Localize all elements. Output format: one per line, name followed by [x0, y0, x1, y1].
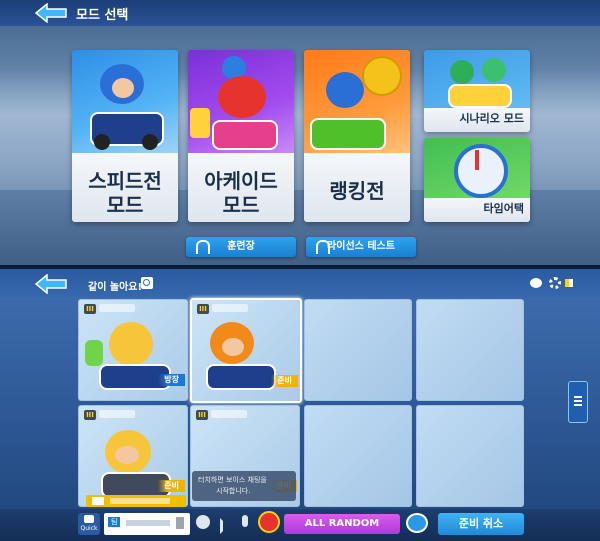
chat-icon[interactable]	[530, 278, 542, 288]
training-button-label: 훈련장	[227, 241, 255, 252]
character-head	[326, 72, 364, 108]
tooltip-line1: 터치하면 보이스 채팅을	[198, 476, 267, 484]
banana-shape	[190, 108, 210, 138]
character-face	[222, 338, 244, 356]
character-head	[482, 58, 506, 82]
speed-mode-art	[72, 50, 178, 154]
all-random-button[interactable]: ALL RANDOM	[284, 514, 400, 534]
character-face	[115, 446, 139, 464]
player-name-blurred	[99, 410, 135, 418]
level-badge: III	[197, 304, 209, 314]
arcade-mode-art	[188, 50, 294, 154]
game-room-screen: 같이 놀아요! III 방장 III 준비 III 준비 III 준비	[0, 269, 600, 541]
mode-label-line2: 모드	[222, 193, 260, 217]
megaphone-icon	[92, 497, 104, 505]
level-badge: III	[84, 410, 96, 420]
cancel-ready-button[interactable]: 준비 취소	[438, 513, 524, 535]
cancel-ready-label: 준비 취소	[458, 517, 504, 530]
mode-card-time-attack[interactable]: 타임어택	[424, 138, 530, 222]
character-face	[112, 78, 134, 98]
chat-input[interactable]: 팀	[104, 513, 190, 535]
speaker-icon[interactable]	[220, 518, 231, 534]
chat-channel-tag: 팀	[108, 517, 121, 527]
kart-wheel	[94, 134, 110, 150]
character-head	[450, 60, 474, 84]
level-badge: III	[196, 410, 208, 420]
emoji-icon[interactable]	[196, 515, 210, 529]
trash-icon[interactable]	[176, 517, 184, 529]
notice-text-blurred	[110, 498, 170, 504]
notice-banner	[86, 495, 186, 507]
room-title: 같이 놀아요!	[88, 282, 143, 293]
empty-slot[interactable]	[304, 299, 412, 401]
mode-select-screen: 모드 선택 스피드전 모드 아케이드 모드 랭킹전 시나리오 모드 타임어택 훈…	[0, 0, 600, 265]
mode-label-line1: 아케이드	[204, 169, 278, 193]
license-test-button[interactable]: 라이선스 테스트	[306, 237, 416, 257]
empty-slot[interactable]	[416, 299, 524, 401]
trophy-icon	[362, 56, 402, 96]
mode-card-scenario[interactable]: 시나리오 모드	[424, 50, 530, 132]
player-slot[interactable]: III 준비	[78, 405, 188, 507]
kart-shape	[448, 84, 512, 108]
level-badge: III	[84, 304, 96, 314]
microphone-icon[interactable]	[242, 515, 248, 527]
mode-label: 타임어택	[483, 202, 524, 215]
player-name-blurred	[99, 304, 135, 312]
status-badge: 준비	[158, 480, 185, 492]
stopwatch-hand	[475, 150, 479, 170]
license-icon	[316, 240, 330, 254]
back-arrow-icon[interactable]	[34, 3, 68, 23]
player-name-blurred	[211, 410, 247, 418]
checkered-flag-icon[interactable]	[258, 511, 280, 533]
player-slot[interactable]: III 방장	[78, 299, 188, 401]
gate-icon	[196, 240, 210, 254]
side-menu-button[interactable]	[568, 381, 588, 423]
ranking-mode-art	[304, 50, 410, 154]
tooltip-line2: 시작합니다.	[216, 487, 251, 495]
search-icon[interactable]	[141, 277, 153, 289]
mode-card-ranking[interactable]: 랭킹전	[304, 50, 410, 222]
kart-shape	[310, 118, 386, 150]
character-head	[218, 76, 266, 118]
chat-bubble-icon	[84, 515, 94, 523]
status-badge: 준비	[271, 375, 298, 387]
stopwatch-icon	[454, 144, 508, 198]
gear-icon[interactable]	[549, 277, 561, 289]
mode-label: 시나리오 모드	[459, 112, 524, 125]
mode-label-line1: 스피드전	[88, 169, 162, 193]
kart-wheel	[142, 134, 158, 150]
chat-text-blurred	[126, 520, 170, 526]
eye-icon[interactable]	[406, 513, 428, 533]
kart-shape	[212, 120, 278, 150]
all-random-label: ALL RANDOM	[304, 518, 380, 529]
mode-label-line2: 모드	[106, 193, 144, 217]
kart-shape	[206, 364, 276, 390]
training-button[interactable]: 훈련장	[186, 237, 296, 257]
voice-chat-tooltip: 터치하면 보이스 채팅을 시작합니다.	[192, 471, 296, 501]
empty-slot[interactable]	[416, 405, 524, 507]
back-arrow-icon[interactable]	[34, 274, 68, 294]
empty-slot[interactable]	[304, 405, 412, 507]
page-title: 모드 선택	[76, 8, 129, 23]
license-button-label: 라이선스 테스트	[327, 241, 395, 252]
status-badge: 방장	[158, 374, 185, 386]
player-name-blurred	[212, 304, 248, 312]
character-accessory	[85, 340, 103, 366]
mode-card-speed[interactable]: 스피드전 모드	[72, 50, 178, 222]
character-head	[109, 322, 153, 366]
quick-chat-button[interactable]: Quick	[78, 513, 100, 535]
mode-label-line1: 랭킹전	[329, 179, 385, 203]
player-slot[interactable]: III 준비	[190, 298, 302, 403]
mode-card-arcade[interactable]: 아케이드 모드	[188, 50, 294, 222]
signal-icon	[565, 279, 573, 287]
quick-label: Quick	[80, 525, 98, 532]
